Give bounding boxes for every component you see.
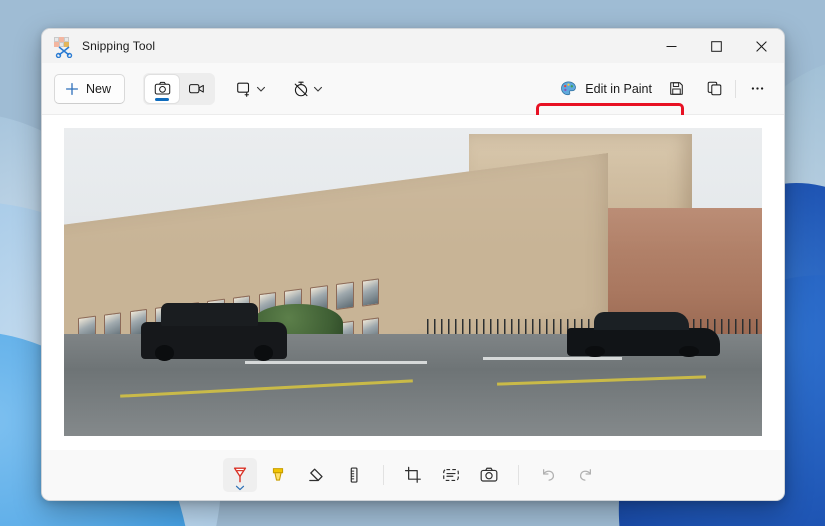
tool-strip-divider [518,465,519,485]
eraser-tool[interactable] [299,458,333,492]
tool-strip-divider [383,465,384,485]
command-bar-divider [735,79,736,98]
screenshot-mode-button[interactable] [145,74,180,103]
command-bar: New Edit in Paint [42,63,784,142]
window-title: Snipping Tool [82,39,156,53]
capture-mode-switch [143,72,216,105]
paint-palette-icon [561,81,577,96]
video-camera-icon [188,84,204,94]
more-ellipsis-icon [751,87,763,90]
capture-canvas-area [42,115,784,450]
undo-button[interactable] [531,458,565,492]
edit-in-paint-label: Edit in Paint [585,81,652,96]
annotation-tool-strip [42,450,784,500]
redo-icon [579,469,591,481]
edit-in-paint-button[interactable]: Edit in Paint [551,74,661,104]
timer-off-icon [294,81,308,96]
snip-mode-dropdown[interactable] [229,74,272,104]
close-icon [756,40,767,52]
ballpoint-pen-tool[interactable] [223,458,257,492]
copy-icon [707,81,721,96]
highlighter-icon [272,468,284,481]
photo-black-suv [140,302,288,361]
snipping-tool-icon [54,37,73,58]
minimize-button[interactable] [649,29,694,63]
video-mode-button[interactable] [179,75,213,103]
new-snip-label: New [86,81,112,96]
captured-screenshot-image[interactable] [64,128,762,436]
chevron-down-icon [313,86,323,92]
maximize-icon [711,40,722,52]
text-actions-icon [443,468,459,482]
highlighter-tool[interactable] [261,458,295,492]
image-actions-tool[interactable] [472,458,506,492]
ruler-icon [350,467,358,483]
photo-lane-marking [482,356,623,360]
ruler-tool[interactable] [337,458,371,492]
plus-icon [65,82,79,95]
eraser-icon [309,468,323,482]
minimize-icon [666,45,677,47]
maximize-button[interactable] [694,29,739,63]
photo-lane-marking [245,360,427,364]
crop-icon [404,466,421,483]
save-disk-icon [669,82,683,95]
copy-button[interactable] [699,74,729,104]
text-actions-tool[interactable] [434,458,468,492]
rectangle-snip-icon [237,82,250,97]
new-snip-button[interactable]: New [54,73,126,104]
camera-icon [154,81,170,95]
more-options-button[interactable] [742,74,772,104]
edit-actions-group: Edit in Paint [549,73,693,105]
camera-actions-icon [480,467,498,482]
photo-yellow-line [119,379,413,398]
chevron-down-icon [235,485,245,491]
close-button[interactable] [739,29,784,63]
pen-icon [233,467,247,483]
redo-button[interactable] [569,458,603,492]
snipping-tool-window: Snipping Tool New Edit in Paint [41,28,785,501]
chevron-down-icon [256,86,266,92]
window-controls [649,29,784,63]
photo-black-taxi [566,312,721,358]
desktop-background: Snipping Tool New Edit in Paint [0,0,825,526]
photo-yellow-line [496,375,707,386]
save-button[interactable] [661,74,691,104]
undo-icon [543,469,555,481]
delay-timer-dropdown[interactable] [286,74,329,104]
title-bar: Snipping Tool [42,29,784,63]
crop-tool[interactable] [396,458,430,492]
